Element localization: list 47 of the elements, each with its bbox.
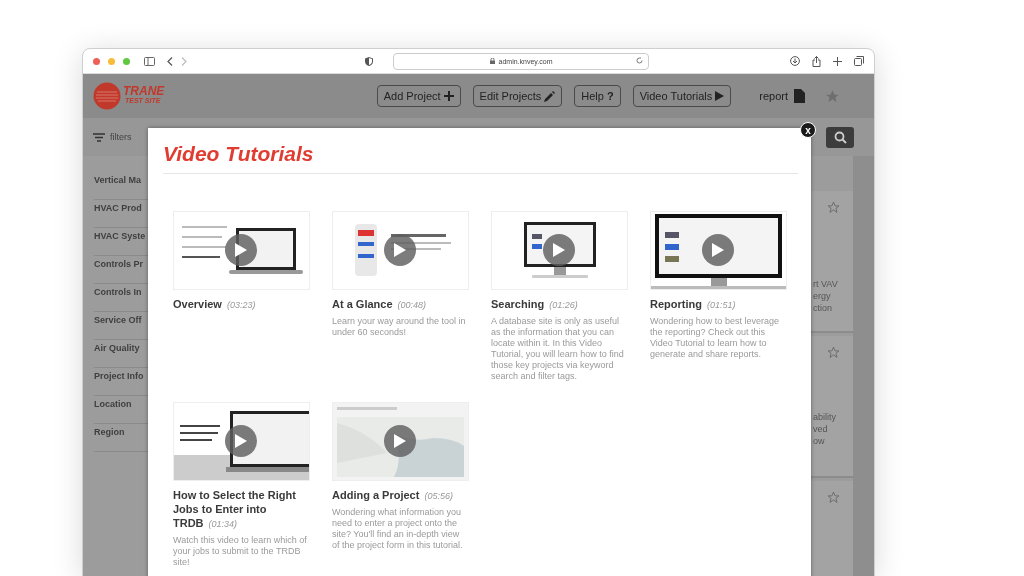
play-icon [712, 243, 724, 257]
video-description: Wondering how to best leverage the reporting? Check out this Video Tutorial to learn how to generate and share reports. [650, 316, 780, 360]
star-icon[interactable] [827, 491, 840, 504]
play-icon [553, 243, 565, 257]
dialog-title: Video Tutorials [163, 128, 798, 174]
video-description: A database site is only as useful as the information that you can locate within it. In this Video Tutorial, you will learn how to find those key projects via keyword search and filter tags. [491, 316, 625, 382]
logo-text: TRANE [123, 87, 165, 96]
star-icon[interactable] [825, 88, 840, 104]
header-button[interactable]: Edit Projects [472, 85, 563, 107]
star-icon[interactable] [827, 201, 840, 214]
document-icon[interactable] [794, 89, 805, 103]
video-title[interactable]: Reporting (01:51) [650, 297, 785, 312]
close-window-button[interactable] [93, 57, 100, 65]
logo-icon [93, 82, 121, 110]
video-description: Watch this video to learn which of your jobs to submit to the TRDB site! [173, 535, 308, 568]
play-icon [235, 243, 247, 257]
play-icon [235, 434, 247, 448]
filter-icon[interactable] [93, 132, 105, 142]
video-title[interactable]: Searching (01:26) [491, 297, 626, 312]
pencil-icon [544, 90, 556, 102]
tabs-icon[interactable] [854, 56, 864, 66]
video-title[interactable]: Adding a Project (05:56) [332, 488, 467, 503]
card-excerpt: ability ved ow [813, 411, 837, 447]
search-icon [833, 130, 847, 144]
new-tab-icon[interactable] [833, 56, 842, 66]
video-title[interactable]: At a Glance (00:48) [332, 297, 467, 312]
download-icon[interactable] [790, 56, 800, 66]
play-icon [394, 243, 406, 257]
share-icon[interactable] [812, 55, 821, 67]
report-link[interactable]: report [759, 90, 788, 102]
play-icon [715, 91, 725, 101]
video-description: Learn your way around the tool in under 60 seconds! [332, 316, 467, 338]
play-icon [394, 434, 406, 448]
header-button[interactable]: Video Tutorials [632, 85, 732, 107]
video-title[interactable]: Overview (03:23) [173, 297, 308, 312]
search-button[interactable] [826, 126, 854, 148]
star-icon[interactable] [827, 346, 840, 359]
sidebar-icon[interactable] [144, 56, 155, 66]
plus-icon [443, 91, 454, 101]
video-title[interactable]: How to Select the Right Jobs to Enter into TRDB (01:34) [173, 488, 308, 531]
video-description: Wondering what information you need to enter a project onto the site? You'll find an in-depth view of the project form in this tutorial. [332, 507, 464, 551]
shield-icon[interactable] [365, 56, 373, 66]
header-button[interactable]: Help ? [574, 85, 621, 107]
header-button[interactable]: Add Project [376, 85, 461, 107]
back-icon[interactable] [167, 56, 173, 66]
filters-label[interactable]: filters [110, 132, 132, 142]
card-excerpt: rt VAV ergy ction [813, 278, 839, 314]
